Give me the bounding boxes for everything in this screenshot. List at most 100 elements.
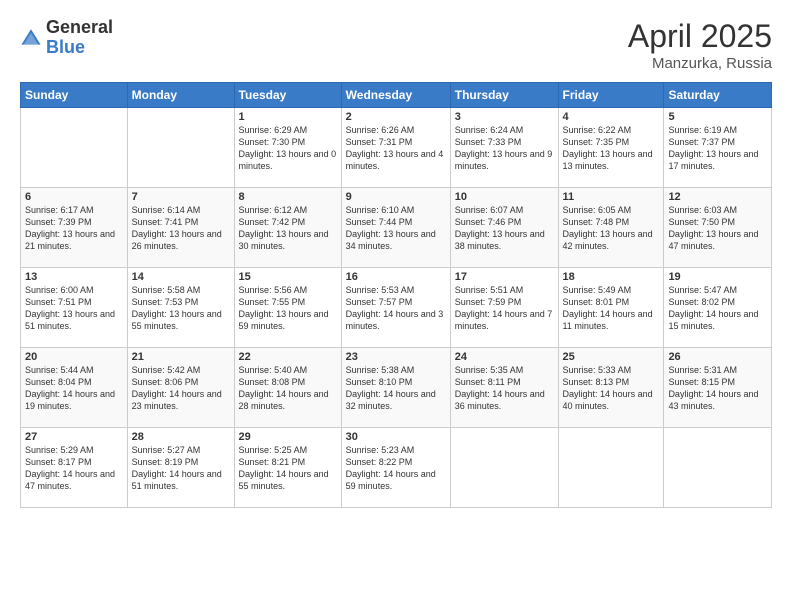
calendar-location: Manzurka, Russia — [628, 55, 772, 72]
day-number: 29 — [239, 431, 337, 443]
day-info: Sunrise: 6:12 AM Sunset: 7:42 PM Dayligh… — [239, 204, 337, 253]
day-info: Sunrise: 6:03 AM Sunset: 7:50 PM Dayligh… — [668, 204, 767, 253]
calendar-header-row: SundayMondayTuesdayWednesdayThursdayFrid… — [21, 83, 772, 108]
col-header-sunday: Sunday — [21, 83, 128, 108]
calendar-cell — [21, 108, 128, 188]
calendar-cell: 30Sunrise: 5:23 AM Sunset: 8:22 PM Dayli… — [341, 428, 450, 508]
day-info: Sunrise: 6:17 AM Sunset: 7:39 PM Dayligh… — [25, 204, 123, 253]
calendar-cell: 29Sunrise: 5:25 AM Sunset: 8:21 PM Dayli… — [234, 428, 341, 508]
day-number: 16 — [346, 271, 446, 283]
day-number: 6 — [25, 191, 123, 203]
calendar-cell: 17Sunrise: 5:51 AM Sunset: 7:59 PM Dayli… — [450, 268, 558, 348]
day-number: 20 — [25, 351, 123, 363]
day-number: 26 — [668, 351, 767, 363]
day-info: Sunrise: 5:23 AM Sunset: 8:22 PM Dayligh… — [346, 444, 446, 493]
calendar-cell: 5Sunrise: 6:19 AM Sunset: 7:37 PM Daylig… — [664, 108, 772, 188]
day-info: Sunrise: 6:22 AM Sunset: 7:35 PM Dayligh… — [563, 124, 660, 173]
day-number: 8 — [239, 191, 337, 203]
calendar-cell — [664, 428, 772, 508]
day-number: 19 — [668, 271, 767, 283]
calendar-cell: 6Sunrise: 6:17 AM Sunset: 7:39 PM Daylig… — [21, 188, 128, 268]
day-info: Sunrise: 5:42 AM Sunset: 8:06 PM Dayligh… — [132, 364, 230, 413]
day-info: Sunrise: 6:07 AM Sunset: 7:46 PM Dayligh… — [455, 204, 554, 253]
page: General Blue April 2025 Manzurka, Russia… — [0, 0, 792, 612]
day-info: Sunrise: 6:29 AM Sunset: 7:30 PM Dayligh… — [239, 124, 337, 173]
calendar-week-row: 27Sunrise: 5:29 AM Sunset: 8:17 PM Dayli… — [21, 428, 772, 508]
day-number: 7 — [132, 191, 230, 203]
calendar-cell: 21Sunrise: 5:42 AM Sunset: 8:06 PM Dayli… — [127, 348, 234, 428]
calendar-week-row: 6Sunrise: 6:17 AM Sunset: 7:39 PM Daylig… — [21, 188, 772, 268]
day-number: 13 — [25, 271, 123, 283]
calendar-week-row: 1Sunrise: 6:29 AM Sunset: 7:30 PM Daylig… — [21, 108, 772, 188]
day-info: Sunrise: 6:05 AM Sunset: 7:48 PM Dayligh… — [563, 204, 660, 253]
day-number: 17 — [455, 271, 554, 283]
day-info: Sunrise: 5:47 AM Sunset: 8:02 PM Dayligh… — [668, 284, 767, 333]
calendar-cell: 1Sunrise: 6:29 AM Sunset: 7:30 PM Daylig… — [234, 108, 341, 188]
day-info: Sunrise: 5:56 AM Sunset: 7:55 PM Dayligh… — [239, 284, 337, 333]
day-info: Sunrise: 5:44 AM Sunset: 8:04 PM Dayligh… — [25, 364, 123, 413]
calendar-cell: 24Sunrise: 5:35 AM Sunset: 8:11 PM Dayli… — [450, 348, 558, 428]
day-info: Sunrise: 5:49 AM Sunset: 8:01 PM Dayligh… — [563, 284, 660, 333]
calendar-cell: 22Sunrise: 5:40 AM Sunset: 8:08 PM Dayli… — [234, 348, 341, 428]
col-header-tuesday: Tuesday — [234, 83, 341, 108]
calendar-cell: 3Sunrise: 6:24 AM Sunset: 7:33 PM Daylig… — [450, 108, 558, 188]
calendar-cell: 9Sunrise: 6:10 AM Sunset: 7:44 PM Daylig… — [341, 188, 450, 268]
day-number: 14 — [132, 271, 230, 283]
calendar-cell: 25Sunrise: 5:33 AM Sunset: 8:13 PM Dayli… — [558, 348, 664, 428]
day-info: Sunrise: 6:00 AM Sunset: 7:51 PM Dayligh… — [25, 284, 123, 333]
calendar-title: April 2025 — [628, 18, 772, 55]
day-number: 30 — [346, 431, 446, 443]
calendar-cell: 18Sunrise: 5:49 AM Sunset: 8:01 PM Dayli… — [558, 268, 664, 348]
day-info: Sunrise: 6:24 AM Sunset: 7:33 PM Dayligh… — [455, 124, 554, 173]
calendar-cell: 14Sunrise: 5:58 AM Sunset: 7:53 PM Dayli… — [127, 268, 234, 348]
logo-icon — [20, 27, 42, 49]
calendar-cell: 26Sunrise: 5:31 AM Sunset: 8:15 PM Dayli… — [664, 348, 772, 428]
day-number: 24 — [455, 351, 554, 363]
day-number: 3 — [455, 111, 554, 123]
calendar-cell: 23Sunrise: 5:38 AM Sunset: 8:10 PM Dayli… — [341, 348, 450, 428]
col-header-wednesday: Wednesday — [341, 83, 450, 108]
calendar-cell: 12Sunrise: 6:03 AM Sunset: 7:50 PM Dayli… — [664, 188, 772, 268]
day-number: 28 — [132, 431, 230, 443]
day-info: Sunrise: 5:38 AM Sunset: 8:10 PM Dayligh… — [346, 364, 446, 413]
day-info: Sunrise: 6:26 AM Sunset: 7:31 PM Dayligh… — [346, 124, 446, 173]
day-info: Sunrise: 5:29 AM Sunset: 8:17 PM Dayligh… — [25, 444, 123, 493]
day-info: Sunrise: 5:27 AM Sunset: 8:19 PM Dayligh… — [132, 444, 230, 493]
day-info: Sunrise: 5:25 AM Sunset: 8:21 PM Dayligh… — [239, 444, 337, 493]
day-number: 2 — [346, 111, 446, 123]
calendar-cell: 19Sunrise: 5:47 AM Sunset: 8:02 PM Dayli… — [664, 268, 772, 348]
logo-blue: Blue — [46, 37, 85, 57]
calendar-week-row: 20Sunrise: 5:44 AM Sunset: 8:04 PM Dayli… — [21, 348, 772, 428]
col-header-friday: Friday — [558, 83, 664, 108]
calendar-cell: 11Sunrise: 6:05 AM Sunset: 7:48 PM Dayli… — [558, 188, 664, 268]
col-header-monday: Monday — [127, 83, 234, 108]
day-info: Sunrise: 5:53 AM Sunset: 7:57 PM Dayligh… — [346, 284, 446, 333]
day-info: Sunrise: 5:40 AM Sunset: 8:08 PM Dayligh… — [239, 364, 337, 413]
day-number: 1 — [239, 111, 337, 123]
day-number: 22 — [239, 351, 337, 363]
calendar-cell: 20Sunrise: 5:44 AM Sunset: 8:04 PM Dayli… — [21, 348, 128, 428]
day-number: 9 — [346, 191, 446, 203]
day-info: Sunrise: 6:14 AM Sunset: 7:41 PM Dayligh… — [132, 204, 230, 253]
calendar-cell: 2Sunrise: 6:26 AM Sunset: 7:31 PM Daylig… — [341, 108, 450, 188]
day-number: 21 — [132, 351, 230, 363]
day-info: Sunrise: 5:33 AM Sunset: 8:13 PM Dayligh… — [563, 364, 660, 413]
day-info: Sunrise: 6:10 AM Sunset: 7:44 PM Dayligh… — [346, 204, 446, 253]
title-block: April 2025 Manzurka, Russia — [628, 18, 772, 72]
day-number: 5 — [668, 111, 767, 123]
calendar-table: SundayMondayTuesdayWednesdayThursdayFrid… — [20, 82, 772, 508]
calendar-cell: 28Sunrise: 5:27 AM Sunset: 8:19 PM Dayli… — [127, 428, 234, 508]
day-info: Sunrise: 5:35 AM Sunset: 8:11 PM Dayligh… — [455, 364, 554, 413]
calendar-cell: 16Sunrise: 5:53 AM Sunset: 7:57 PM Dayli… — [341, 268, 450, 348]
calendar-week-row: 13Sunrise: 6:00 AM Sunset: 7:51 PM Dayli… — [21, 268, 772, 348]
day-info: Sunrise: 5:51 AM Sunset: 7:59 PM Dayligh… — [455, 284, 554, 333]
calendar-cell: 10Sunrise: 6:07 AM Sunset: 7:46 PM Dayli… — [450, 188, 558, 268]
day-number: 4 — [563, 111, 660, 123]
calendar-cell: 7Sunrise: 6:14 AM Sunset: 7:41 PM Daylig… — [127, 188, 234, 268]
day-number: 27 — [25, 431, 123, 443]
calendar-cell: 27Sunrise: 5:29 AM Sunset: 8:17 PM Dayli… — [21, 428, 128, 508]
calendar-cell: 15Sunrise: 5:56 AM Sunset: 7:55 PM Dayli… — [234, 268, 341, 348]
calendar-cell: 13Sunrise: 6:00 AM Sunset: 7:51 PM Dayli… — [21, 268, 128, 348]
day-number: 15 — [239, 271, 337, 283]
day-number: 11 — [563, 191, 660, 203]
